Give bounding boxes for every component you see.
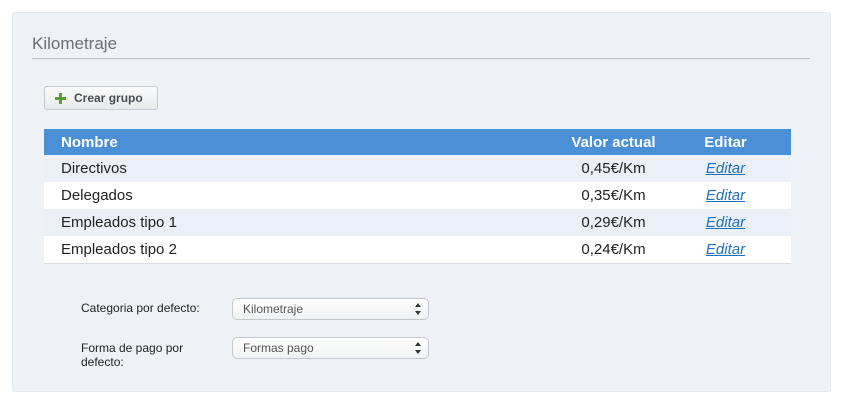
default-payment-label-line2: defecto: bbox=[81, 355, 124, 369]
row-value: 0,35€/Km bbox=[581, 187, 646, 204]
kilometraje-panel: Kilometraje Crear grupo Nombre Valor act… bbox=[12, 12, 831, 392]
plus-icon bbox=[55, 92, 66, 104]
default-payment-select[interactable]: Formas pago bbox=[232, 337, 429, 359]
default-category-value: Kilometraje bbox=[243, 302, 304, 316]
edit-link[interactable]: Editar bbox=[706, 214, 745, 231]
edit-link[interactable]: Editar bbox=[706, 241, 745, 258]
groups-table: Nombre Valor actual Editar Directivos 0,… bbox=[44, 129, 791, 264]
row-name: Delegados bbox=[61, 187, 133, 204]
select-arrows-icon bbox=[415, 303, 422, 315]
header-name: Nombre bbox=[61, 133, 118, 151]
section-title: Kilometraje bbox=[32, 34, 118, 53]
default-category-select[interactable]: Kilometraje bbox=[232, 298, 429, 320]
table-row: Empleados tipo 2 0,24€/Km Editar bbox=[44, 236, 791, 264]
default-payment-value: Formas pago bbox=[243, 341, 314, 355]
header-edit: Editar bbox=[704, 133, 747, 151]
edit-link[interactable]: Editar bbox=[706, 187, 745, 204]
create-group-button[interactable]: Crear grupo bbox=[44, 86, 158, 110]
create-group-label: Crear grupo bbox=[74, 91, 143, 105]
edit-link[interactable]: Editar bbox=[706, 160, 745, 177]
default-payment-label-line1: Forma de pago por bbox=[81, 341, 184, 355]
title-divider bbox=[32, 58, 810, 59]
default-category-label: Categoria por defecto: bbox=[81, 301, 200, 315]
table-header: Nombre Valor actual Editar bbox=[44, 129, 791, 155]
row-value: 0,29€/Km bbox=[581, 214, 646, 231]
table-row: Delegados 0,35€/Km Editar bbox=[44, 182, 791, 209]
row-name: Empleados tipo 1 bbox=[61, 214, 177, 231]
row-name: Empleados tipo 2 bbox=[44, 236, 567, 264]
row-value: 0,45€/Km bbox=[581, 160, 646, 177]
row-name: Directivos bbox=[61, 160, 127, 177]
header-value: Valor actual bbox=[571, 133, 656, 151]
row-value: 0,24€/Km bbox=[567, 236, 660, 264]
select-arrows-icon bbox=[415, 342, 422, 354]
table-row: Directivos 0,45€/Km Editar bbox=[44, 155, 791, 182]
default-payment-label: Forma de pago por defecto: bbox=[81, 341, 183, 369]
table-row: Empleados tipo 1 0,29€/Km Editar bbox=[44, 209, 791, 236]
